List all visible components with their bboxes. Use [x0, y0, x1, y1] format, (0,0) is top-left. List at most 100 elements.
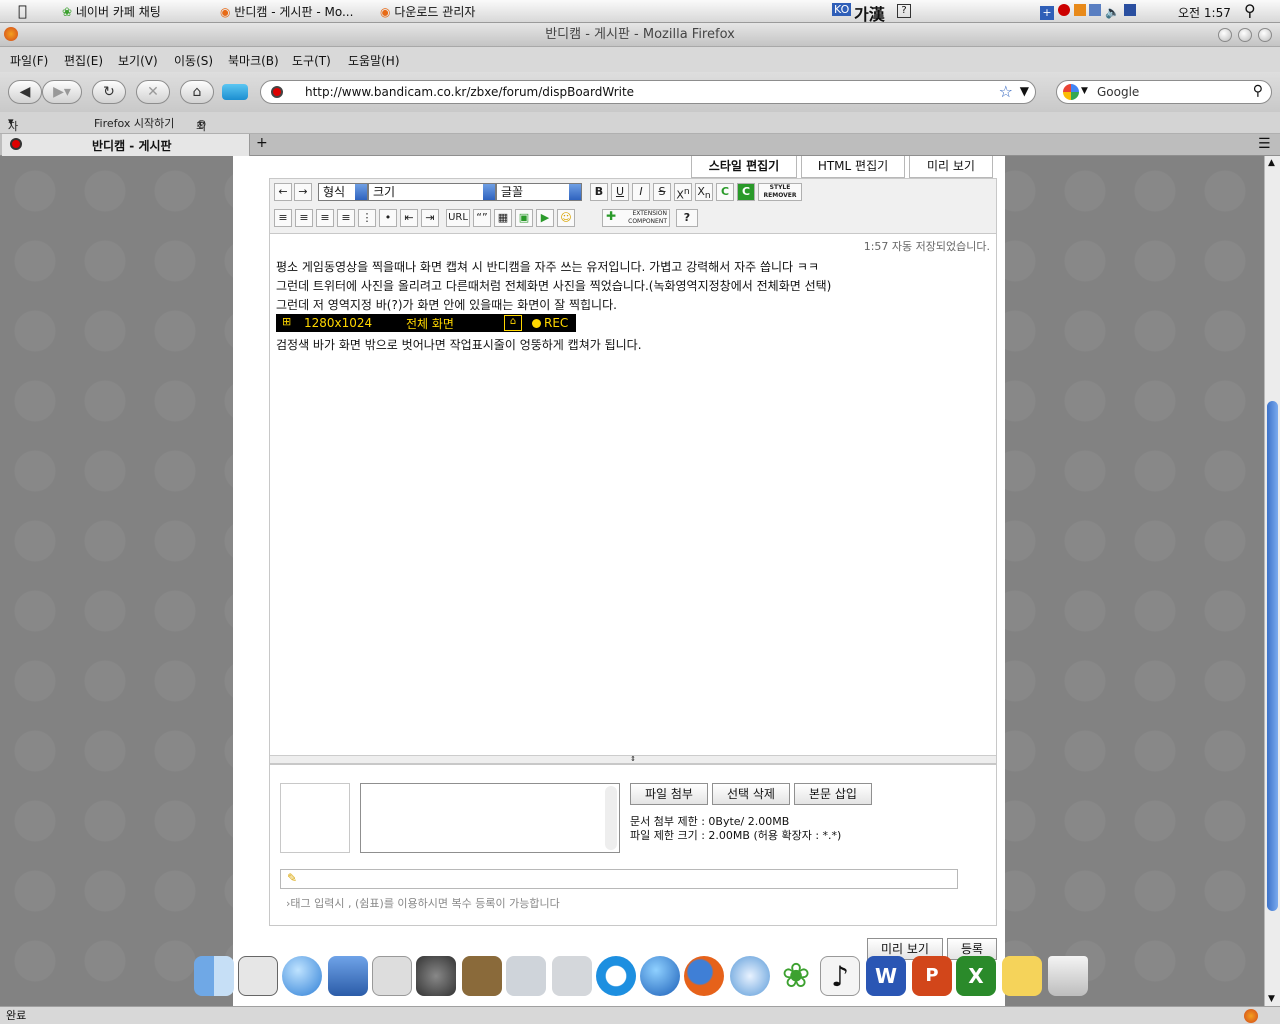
menu-view[interactable]: 보기(V)	[118, 52, 158, 69]
font-color-icon[interactable]: C	[716, 183, 734, 201]
outdent-icon[interactable]: ⇤	[400, 209, 418, 227]
home-button[interactable]: ⌂	[180, 80, 214, 104]
bg-color-icon[interactable]: C	[737, 183, 755, 201]
speaker-icon[interactable]: 🔈	[1105, 5, 1120, 19]
strike-button[interactable]: S	[653, 183, 671, 201]
quicktime-icon[interactable]	[596, 956, 636, 996]
quote-button[interactable]: “”	[473, 209, 491, 227]
music-folder-icon[interactable]	[506, 956, 546, 996]
menu-go[interactable]: 이동(S)	[174, 52, 213, 69]
page-scrollbar[interactable]: ▲ ▼	[1264, 156, 1280, 1006]
finder-icon[interactable]	[194, 956, 234, 996]
editor-resize-handle[interactable]: ⇕	[270, 755, 996, 763]
tab-groups-icon[interactable]	[222, 84, 248, 100]
itunes-icon[interactable]	[640, 956, 680, 996]
tab-bandicam-board[interactable]: 반디캠 - 게시판	[2, 134, 250, 156]
search-engine-dropdown-icon[interactable]: ▼	[1081, 86, 1088, 96]
insert-body-button[interactable]: 본문 삽입	[794, 783, 872, 805]
photo-icon[interactable]	[462, 956, 502, 996]
scroll-down-icon[interactable]: ▼	[1268, 994, 1275, 1004]
ordered-list-icon[interactable]: ⋮	[358, 209, 376, 227]
user-icon[interactable]	[238, 956, 278, 996]
text-editor-icon[interactable]	[372, 956, 412, 996]
back-button[interactable]: ◀	[8, 80, 42, 104]
menu-help[interactable]: 도움말(H)	[348, 52, 400, 69]
bookmark-star-icon[interactable]: ☆	[999, 82, 1013, 101]
help-button[interactable]: ?	[676, 209, 698, 227]
tab-style-editor[interactable]: 스타일 편집기	[691, 156, 797, 178]
media-icon[interactable]: ▶	[536, 209, 554, 227]
firefox-icon[interactable]	[684, 956, 724, 996]
unordered-list-icon[interactable]: •	[379, 209, 397, 227]
spotlight-icon[interactable]: ⚲	[1244, 1, 1256, 20]
taskbar-item-naver-cafe[interactable]: ❀ 네이버 카페 채팅	[62, 3, 161, 20]
naver-cafe-icon[interactable]: ❀	[776, 956, 816, 996]
powerpoint-icon[interactable]: P	[912, 956, 952, 996]
mail-icon[interactable]	[1002, 956, 1042, 996]
network-icon[interactable]	[1089, 4, 1102, 16]
taskbar-item-download-manager[interactable]: ◉ 다운로드 관리자	[380, 3, 475, 20]
monitor-icon[interactable]	[1124, 4, 1137, 16]
music-note-icon[interactable]: ♪	[820, 956, 860, 996]
font-select[interactable]: 글꼴	[496, 183, 582, 201]
delete-selected-button[interactable]: 선택 삭제	[712, 783, 790, 805]
search-icon[interactable]: ⚲	[1253, 83, 1263, 99]
apple-icon[interactable]: 	[18, 2, 27, 20]
search-bar[interactable]: ▼ Google ⚲	[1056, 80, 1272, 104]
indent-icon[interactable]: ⇥	[421, 209, 439, 227]
align-center-icon[interactable]: ≡	[295, 209, 313, 227]
emoticon-icon[interactable]: ☺	[557, 209, 575, 227]
stop-button[interactable]: ✕	[136, 80, 170, 104]
tab-html-editor[interactable]: HTML 편집기	[801, 156, 905, 178]
menu-tools[interactable]: 도구(T)	[292, 52, 331, 69]
tab-preview[interactable]: 미리 보기	[909, 156, 993, 178]
undo-button[interactable]: ←	[274, 183, 292, 201]
safari-icon[interactable]	[730, 956, 770, 996]
subscript-button[interactable]: Xn	[695, 183, 713, 201]
url-bar[interactable]: http://www.bandicam.co.kr/zbxe/forum/dis…	[260, 80, 1036, 104]
align-left-icon[interactable]: ≡	[274, 209, 292, 227]
format-select[interactable]: 형식	[318, 183, 368, 201]
tab-list-icon[interactable]: ☰	[1258, 136, 1271, 152]
attach-file-button[interactable]: 파일 첨부	[630, 783, 708, 805]
folder-icon[interactable]	[328, 956, 368, 996]
new-tab-button[interactable]: +	[256, 135, 268, 151]
image-icon[interactable]: ▣	[515, 209, 533, 227]
table-icon[interactable]: ▦	[494, 209, 512, 227]
attach-file-list[interactable]	[360, 783, 620, 853]
ime-indicator[interactable]: KO	[832, 3, 852, 16]
redo-button[interactable]: →	[294, 183, 312, 201]
extension-component-button[interactable]: ✚ EXTENSION COMPONENT	[602, 209, 670, 227]
bold-button[interactable]: B	[590, 183, 608, 201]
superscript-button[interactable]: Xn	[674, 183, 692, 202]
underline-button[interactable]: U	[611, 183, 629, 201]
record-icon[interactable]	[1057, 4, 1070, 16]
globe-icon[interactable]	[282, 956, 322, 996]
scroll-thumb[interactable]	[1267, 401, 1278, 911]
orange-app-icon[interactable]	[1073, 4, 1086, 16]
url-button[interactable]: URL	[446, 209, 470, 227]
trash-icon[interactable]	[1048, 956, 1088, 996]
tag-input[interactable]: ✎	[280, 869, 958, 889]
gear-icon[interactable]	[416, 956, 456, 996]
tray-icons[interactable]: + 🔈	[1040, 4, 1137, 20]
taskbar-item-firefox[interactable]: ◉ 반디캠 - 게시판 - Mo...	[220, 3, 353, 20]
clock[interactable]: 오전 1:57	[1178, 4, 1231, 21]
excel-icon[interactable]: X	[956, 956, 996, 996]
bookmark-most-visited[interactable]: 자주 방문 순 ▾	[8, 115, 18, 197]
maximize-button[interactable]	[1238, 28, 1252, 42]
size-select[interactable]: 크기	[368, 183, 496, 201]
word-icon[interactable]: W	[866, 956, 906, 996]
menu-edit[interactable]: 편집(E)	[64, 52, 103, 69]
menu-bookmarks[interactable]: 북마크(B)	[228, 52, 279, 69]
align-right-icon[interactable]: ≡	[316, 209, 334, 227]
align-justify-icon[interactable]: ≡	[337, 209, 355, 227]
forward-button[interactable]: ▶▾	[42, 80, 82, 104]
list-scrollbar[interactable]	[605, 786, 617, 850]
documents-folder-icon[interactable]	[552, 956, 592, 996]
scroll-up-icon[interactable]: ▲	[1268, 158, 1275, 168]
italic-button[interactable]: I	[632, 183, 650, 201]
bookmark-getting-started[interactable]: Firefox 시작하기	[94, 115, 174, 131]
reload-button[interactable]: ↻	[92, 80, 126, 104]
ime-chars[interactable]: 가漢	[854, 1, 885, 25]
